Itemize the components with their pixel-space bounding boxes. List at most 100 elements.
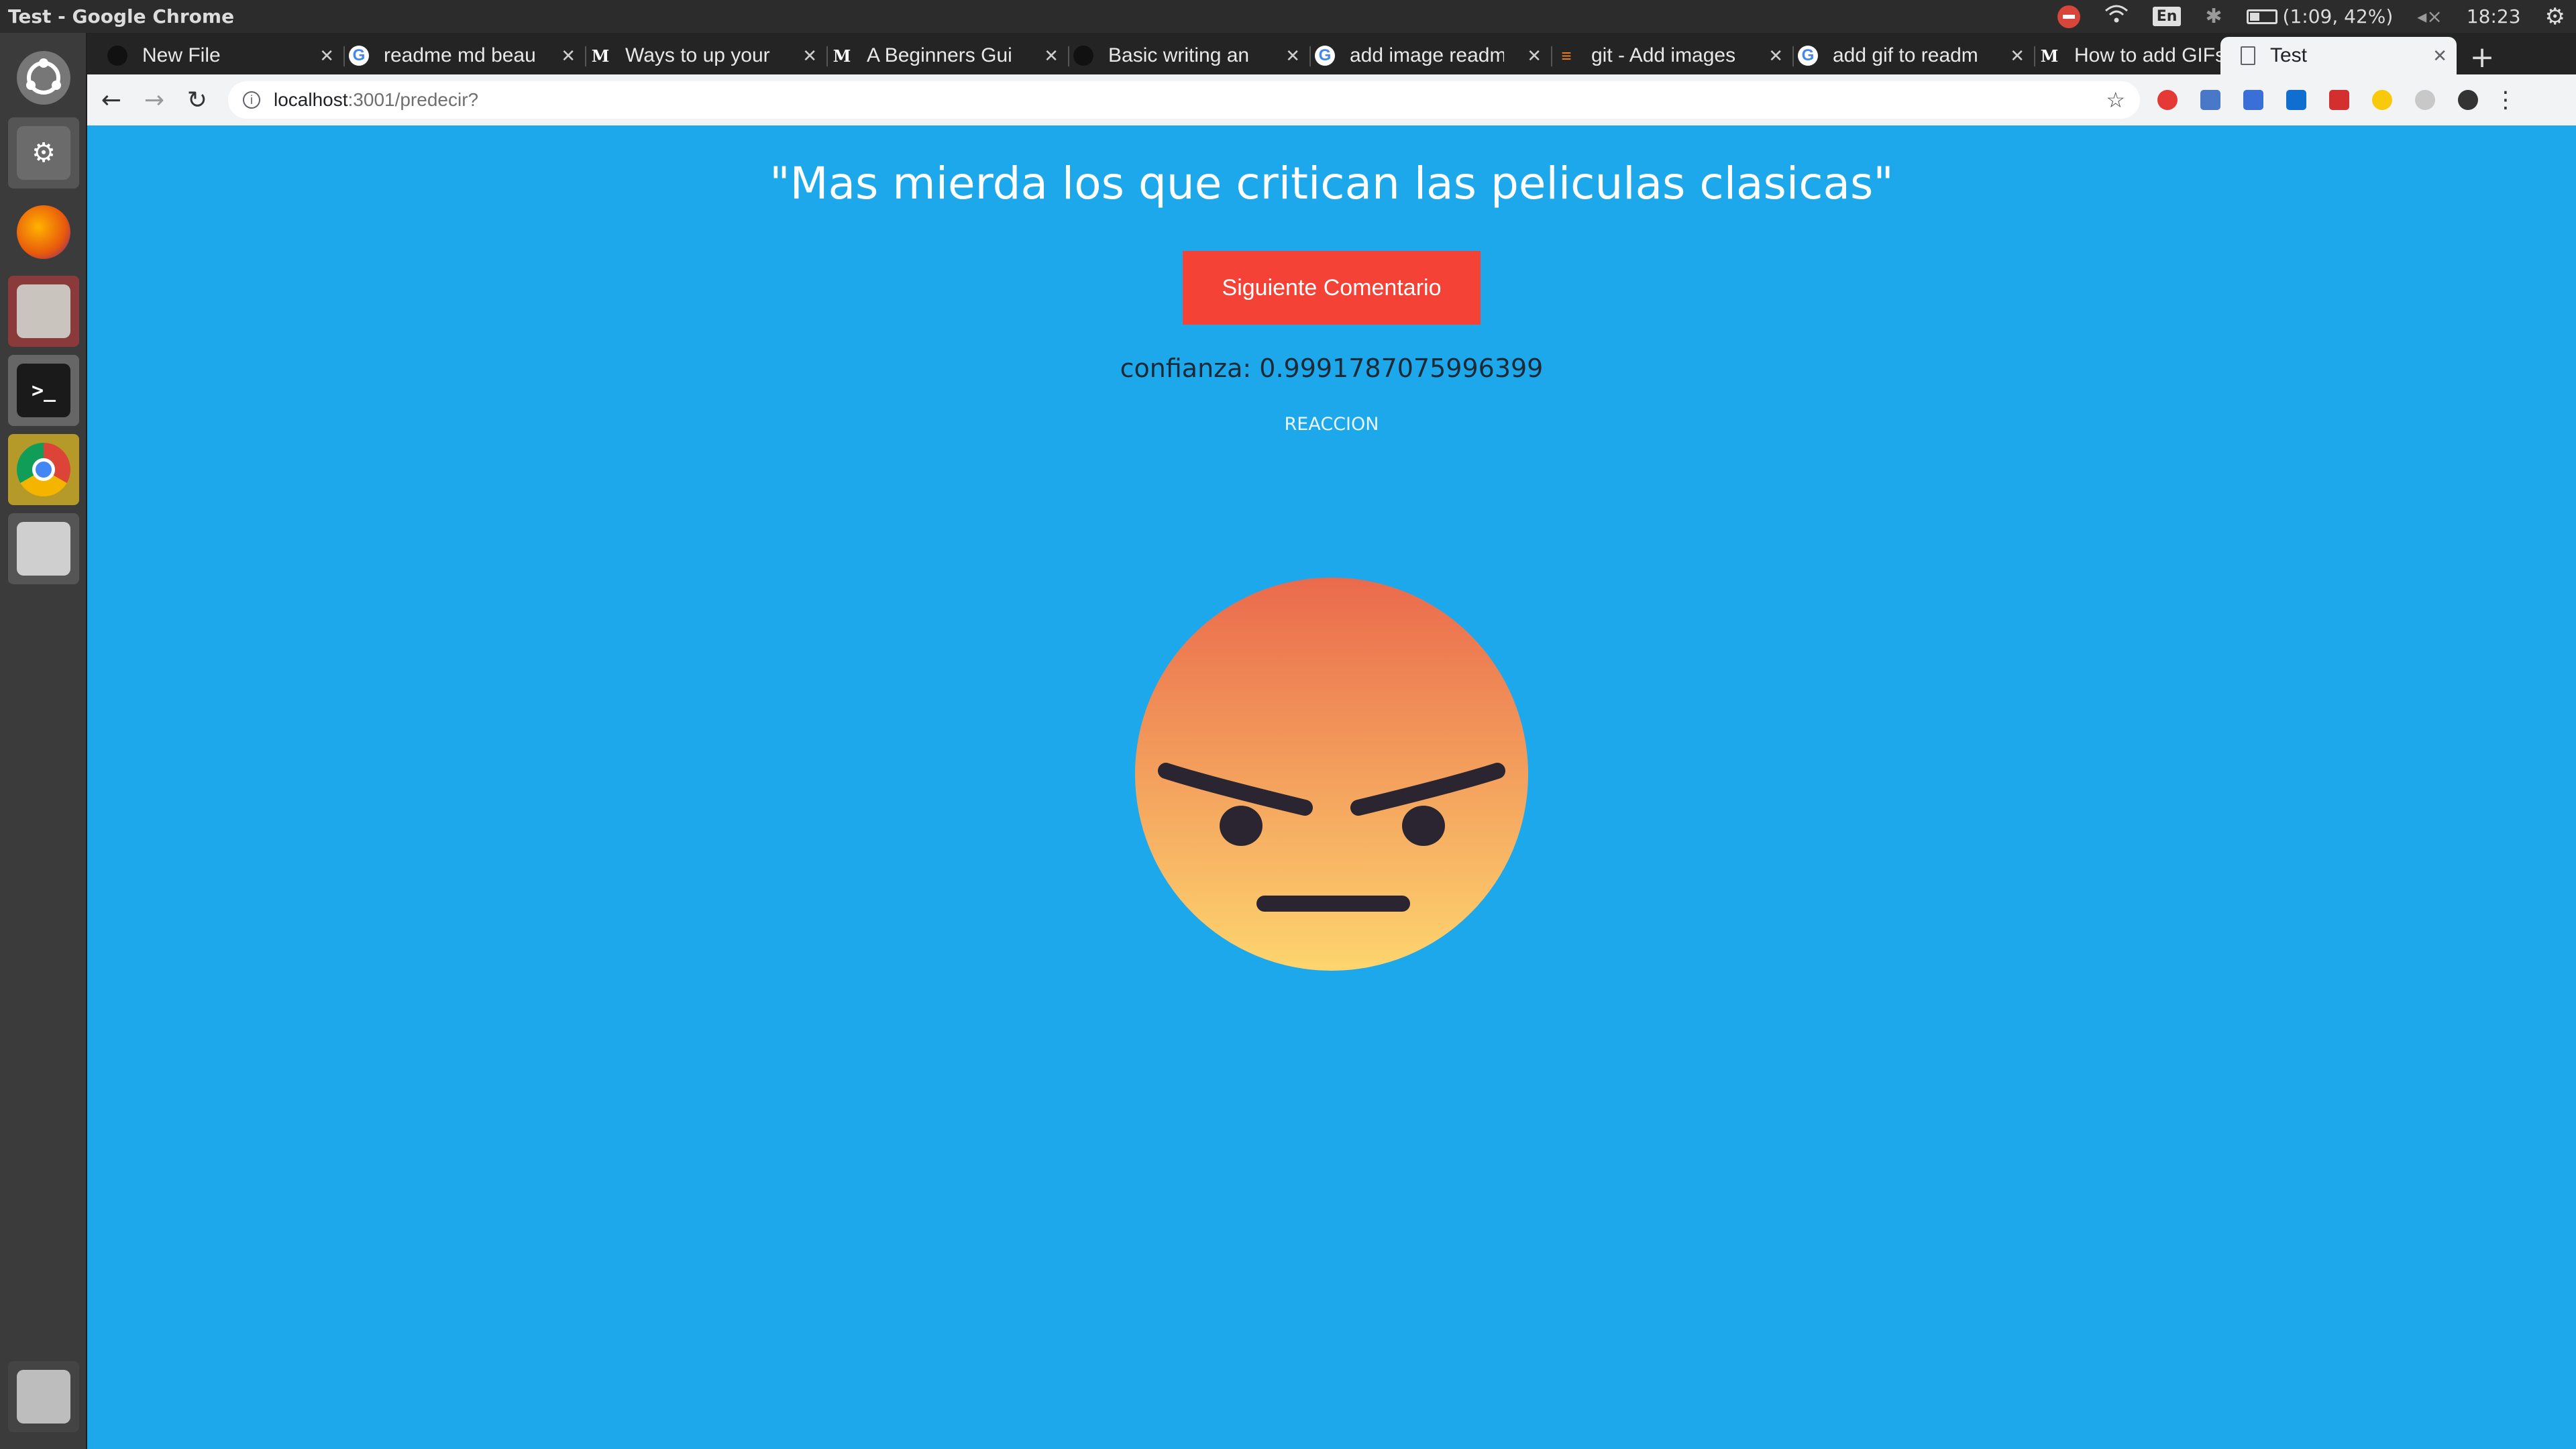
tab-separator <box>343 46 345 66</box>
close-icon[interactable]: ✕ <box>561 46 576 66</box>
wifi-icon[interactable] <box>2104 4 2129 29</box>
extension-icon[interactable] <box>2415 90 2435 110</box>
extensions-bar <box>2157 90 2478 110</box>
page-icon <box>2241 46 2255 65</box>
tab[interactable]: G add image readm ✕ <box>1315 37 1551 74</box>
tab-label: How to add GIFs <box>2074 44 2226 66</box>
extension-icon[interactable] <box>2243 90 2263 110</box>
google-icon: G <box>1798 46 1818 66</box>
medium-icon: M <box>2040 46 2059 66</box>
translate-extension-icon[interactable] <box>2200 90 2220 110</box>
launcher-firefox[interactable] <box>8 197 79 268</box>
firefox-icon <box>17 205 70 259</box>
launcher-chrome[interactable] <box>8 434 79 505</box>
launcher-terminal[interactable]: >_ <box>8 355 79 426</box>
terminal-icon: >_ <box>17 364 70 417</box>
launcher-settings[interactable]: ⚙ <box>8 117 79 189</box>
close-icon[interactable]: ✕ <box>1044 46 1059 66</box>
tab-separator <box>1309 46 1311 66</box>
tab[interactable]: G readme md beau ✕ <box>349 37 585 74</box>
settings-wrench-icon: ⚙ <box>17 126 70 180</box>
launcher-sidebar: ⚙ >_ <box>0 33 87 1449</box>
comment-quote: "Mas mierda los que critican las pelicul… <box>769 158 1894 209</box>
google-icon: G <box>1315 46 1335 66</box>
system-top-panel: Test - Google Chrome En ✱ (1:09, 42%) ◂×… <box>0 0 2576 33</box>
tab-label: readme md beau <box>384 44 536 66</box>
tab[interactable]: M Ways to up your ✕ <box>590 37 826 74</box>
gear-icon[interactable]: ⚙ <box>2545 3 2565 30</box>
tab[interactable]: New File ✕ <box>107 37 343 74</box>
launcher-dash[interactable] <box>8 42 79 113</box>
trash-icon <box>17 1370 70 1424</box>
next-comment-button[interactable]: Siguiente Comentario <box>1183 251 1481 325</box>
github-icon <box>107 46 127 66</box>
battery-icon <box>2246 9 2277 24</box>
medium-icon: M <box>833 46 851 66</box>
files-icon <box>17 284 70 338</box>
url-host: localhost <box>274 89 348 110</box>
close-icon[interactable]: ✕ <box>1527 46 1542 66</box>
extension-icon[interactable] <box>2372 90 2392 110</box>
cors-extension-icon[interactable] <box>2329 90 2349 110</box>
tab-separator <box>826 46 828 66</box>
battery-indicator[interactable]: (1:09, 42%) <box>2246 5 2394 28</box>
reload-button[interactable]: ↻ <box>178 81 216 119</box>
new-tab-button[interactable]: + <box>2466 40 2498 74</box>
close-icon[interactable]: ✕ <box>2432 46 2447 66</box>
tab-active[interactable]: Test ✕ <box>2220 37 2457 74</box>
close-icon[interactable]: ✕ <box>1285 46 1300 66</box>
google-icon: G <box>349 46 369 66</box>
bookmark-star-icon[interactable]: ☆ <box>2106 87 2125 113</box>
close-icon[interactable]: ✕ <box>2010 46 2025 66</box>
tab-label: Basic writing an <box>1108 44 1250 66</box>
back-button[interactable]: ← <box>93 81 130 119</box>
tab[interactable]: Basic writing an ✕ <box>1073 37 1309 74</box>
extension-icon[interactable] <box>2157 90 2178 110</box>
tab-separator <box>585 46 586 66</box>
close-icon[interactable]: ✕ <box>319 46 334 66</box>
forward-button[interactable]: → <box>136 81 173 119</box>
stop-indicator-icon[interactable] <box>2057 5 2080 28</box>
ubuntu-logo-icon <box>17 51 70 105</box>
bluetooth-icon[interactable]: ✱ <box>2205 5 2222 28</box>
medium-icon: M <box>591 46 610 66</box>
web-page: "Mas mierda los que critican las pelicul… <box>87 125 2576 1449</box>
trello-extension-icon[interactable] <box>2286 90 2306 110</box>
tab[interactable]: G add gif to readm ✕ <box>1798 37 2034 74</box>
tab-label: Ways to up your <box>625 44 770 66</box>
tab-label: New File <box>142 44 221 66</box>
tab-separator <box>1551 46 1552 66</box>
chrome-icon <box>17 443 70 496</box>
window-title: Test - Google Chrome <box>8 5 235 28</box>
url-path: :3001/predecir? <box>347 89 479 110</box>
disk-drive-icon <box>17 522 70 576</box>
launcher-drive[interactable] <box>8 513 79 584</box>
github-icon <box>1073 46 1093 66</box>
volume-muted-icon[interactable]: ◂× <box>2417 5 2443 28</box>
tab-label: A Beginners Gui <box>867 44 1012 66</box>
tab-separator <box>2034 46 2035 66</box>
profile-avatar[interactable] <box>2458 90 2478 110</box>
chrome-menu-icon[interactable]: ⋮ <box>2494 87 2517 113</box>
angry-face-icon <box>1135 578 1528 971</box>
system-indicators: En ✱ (1:09, 42%) ◂× 18:23 ⚙ <box>2057 3 2565 30</box>
launcher-trash[interactable] <box>8 1361 79 1432</box>
browser-toolbar: ← → ↻ i localhost:3001/predecir? ☆ ⋮ <box>87 74 2576 125</box>
tab-separator <box>1792 46 1794 66</box>
stackoverflow-icon: ≡ <box>1561 45 1572 66</box>
close-icon[interactable]: ✕ <box>1768 46 1783 66</box>
close-icon[interactable]: ✕ <box>802 46 817 66</box>
info-icon[interactable]: i <box>243 91 260 109</box>
clock[interactable]: 18:23 <box>2467 5 2521 28</box>
tab[interactable]: M A Beginners Gui ✕ <box>832 37 1068 74</box>
confidence-text: confianza: 0.9991787075996399 <box>1120 354 1544 383</box>
launcher-files[interactable] <box>8 276 79 347</box>
reaction-label: REACCION <box>1284 414 1379 435</box>
tab-label: add image readm <box>1350 44 1504 66</box>
tab-separator <box>1068 46 1069 66</box>
keyboard-layout-indicator[interactable]: En <box>2152 7 2182 26</box>
address-bar[interactable]: i localhost:3001/predecir? ☆ <box>228 81 2140 119</box>
battery-text: (1:09, 42%) <box>2282 5 2394 28</box>
tab-label: Test <box>2270 44 2308 66</box>
tab[interactable]: ≡ git - Add images ✕ <box>1556 37 1792 74</box>
